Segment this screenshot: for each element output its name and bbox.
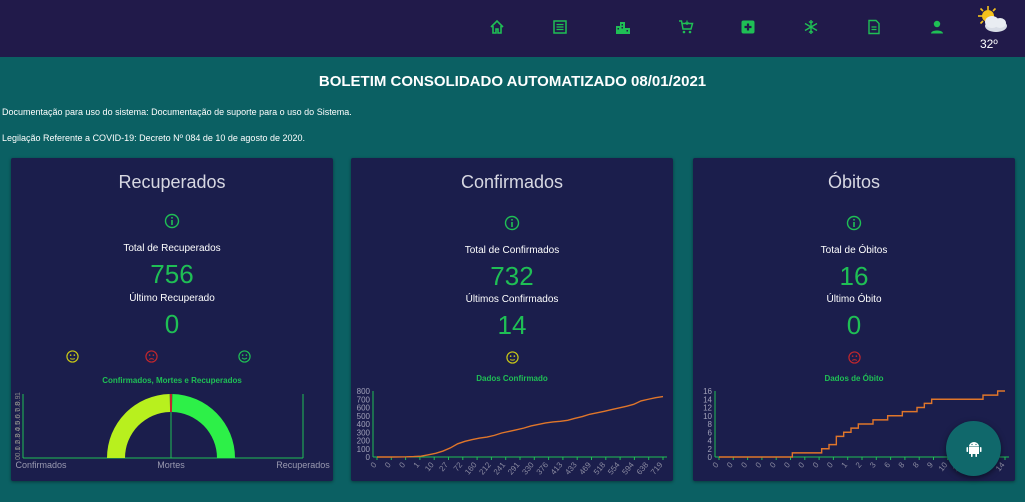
x-tick-label: 0 — [797, 460, 807, 470]
x-tick-label: 8 — [911, 460, 921, 470]
sad-face-icon — [848, 351, 861, 364]
x-tick-label: 3 — [868, 460, 878, 470]
series-line — [377, 395, 664, 458]
y-tick-label: 0 — [366, 453, 371, 462]
x-tick-label: Mortes — [157, 460, 185, 470]
chart-caption: Dados de Óbito — [824, 374, 884, 383]
last-value: 0 — [846, 310, 862, 340]
home-icon[interactable] — [488, 18, 506, 36]
x-tick-label: 2 — [854, 460, 864, 470]
android-app-button[interactable] — [946, 421, 1001, 476]
x-tick-label: 1 — [839, 460, 849, 470]
neutral-face-icon — [66, 350, 79, 363]
documentation-link[interactable]: Documentação para uso do sistema: Docume… — [2, 107, 352, 117]
info-icon[interactable] — [504, 215, 520, 231]
y-tick-label: 0 — [708, 453, 713, 462]
x-tick-label: Confirmados — [15, 460, 67, 470]
last-value: 0 — [164, 309, 180, 339]
x-tick-label: 6 — [882, 460, 892, 470]
page-title: BOLETIM CONSOLIDADO AUTOMATIZADO 08/01/2… — [318, 73, 707, 90]
city-icon[interactable] — [614, 18, 632, 36]
total-label: Total de Óbitos — [820, 245, 888, 256]
x-tick-label: 330 — [520, 460, 536, 476]
last-label: Último Óbito — [826, 294, 882, 305]
temperature-readout: 32º — [980, 37, 998, 51]
medical-plus-icon[interactable] — [739, 18, 757, 36]
x-tick-label: 433 — [563, 460, 579, 476]
x-tick-label: 27 — [437, 460, 450, 473]
neutral-face-icon — [506, 351, 519, 364]
x-tick-label: 518 — [592, 460, 608, 476]
happy-face-icon — [238, 350, 251, 363]
y-tick-label: 0.1 — [15, 447, 22, 457]
total-value: 732 — [490, 261, 534, 291]
x-tick-label: 0 — [782, 460, 792, 470]
snowflake-icon[interactable] — [802, 18, 820, 36]
x-tick-label: 0 — [711, 460, 721, 470]
x-tick-label: 160 — [463, 460, 479, 476]
x-tick-label: 0 — [768, 460, 778, 470]
document-icon[interactable] — [865, 18, 883, 36]
x-tick-label: 0 — [811, 460, 821, 470]
x-tick-label: 554 — [606, 460, 622, 476]
total-label: Total de Confirmados — [464, 245, 560, 256]
x-tick-label: 212 — [477, 460, 493, 476]
total-value: 16 — [839, 261, 869, 291]
x-tick-label: 8 — [897, 460, 907, 470]
x-tick-label: 0 — [739, 460, 749, 470]
x-tick-label: 291 — [506, 460, 522, 476]
x-tick-label: 241 — [492, 460, 508, 476]
chart-caption: Confirmados, Mortes e Recuperados — [102, 376, 242, 385]
top-navbar: 32º — [0, 0, 1025, 57]
x-tick-label: 413 — [549, 460, 565, 476]
android-icon — [966, 441, 981, 457]
x-tick-label: 0 — [754, 460, 764, 470]
person-icon[interactable] — [928, 18, 946, 36]
last-value: 14 — [497, 310, 527, 340]
x-tick-label: 0 — [825, 460, 835, 470]
x-tick-label: 638 — [635, 460, 651, 476]
x-tick-label: 10 — [423, 460, 436, 473]
x-tick-label: 376 — [535, 460, 551, 476]
legislation-link[interactable]: Legilação Referente a COVID-19: Decreto … — [2, 133, 305, 143]
x-tick-label: 0 — [397, 460, 407, 470]
x-tick-label: 469 — [578, 460, 594, 476]
info-icon[interactable] — [164, 213, 180, 229]
gauge-segment-recuperados — [171, 394, 235, 458]
total-label: Total de Recuperados — [123, 243, 221, 254]
gauge-chart: 10.90.80.70.60.50.40.30.20.10Confirmados… — [15, 392, 330, 470]
x-tick-label: 0 — [725, 460, 735, 470]
card-recuperados: Recuperados Total de Recuperados 756 Últ… — [11, 158, 333, 481]
last-label: Últimos Confirmados — [465, 294, 559, 305]
gauge-segment-confirmados — [107, 394, 171, 458]
sad-face-icon — [145, 350, 158, 363]
x-tick-label: 594 — [620, 460, 636, 476]
last-label: Último Recuperado — [129, 293, 215, 304]
x-tick-label: 0 — [383, 460, 393, 470]
x-tick-label: 9 — [925, 460, 935, 470]
card-confirmados: Confirmados Total de Confirmados 732 Últ… — [351, 158, 673, 481]
x-tick-label: 1 — [412, 460, 422, 470]
list-icon[interactable] — [551, 18, 569, 36]
card-title: Recuperados — [118, 172, 226, 192]
chart-caption: Dados Confirmado — [476, 374, 548, 383]
x-tick-label: Recuperados — [276, 460, 330, 470]
x-tick-label: 719 — [649, 460, 665, 476]
x-tick-label: 10 — [937, 460, 950, 473]
card-title: Óbitos — [827, 172, 881, 192]
total-value: 756 — [150, 259, 194, 289]
cart-icon[interactable] — [677, 18, 695, 36]
y-tick-label: 1 — [15, 392, 22, 396]
confirmados-line-chart: 80070060050040030020010000 0 0 1 10 27 7216021… — [357, 387, 667, 477]
info-icon[interactable] — [846, 215, 862, 231]
card-title: Confirmados — [460, 172, 564, 192]
x-tick-label: 0 — [369, 460, 379, 470]
